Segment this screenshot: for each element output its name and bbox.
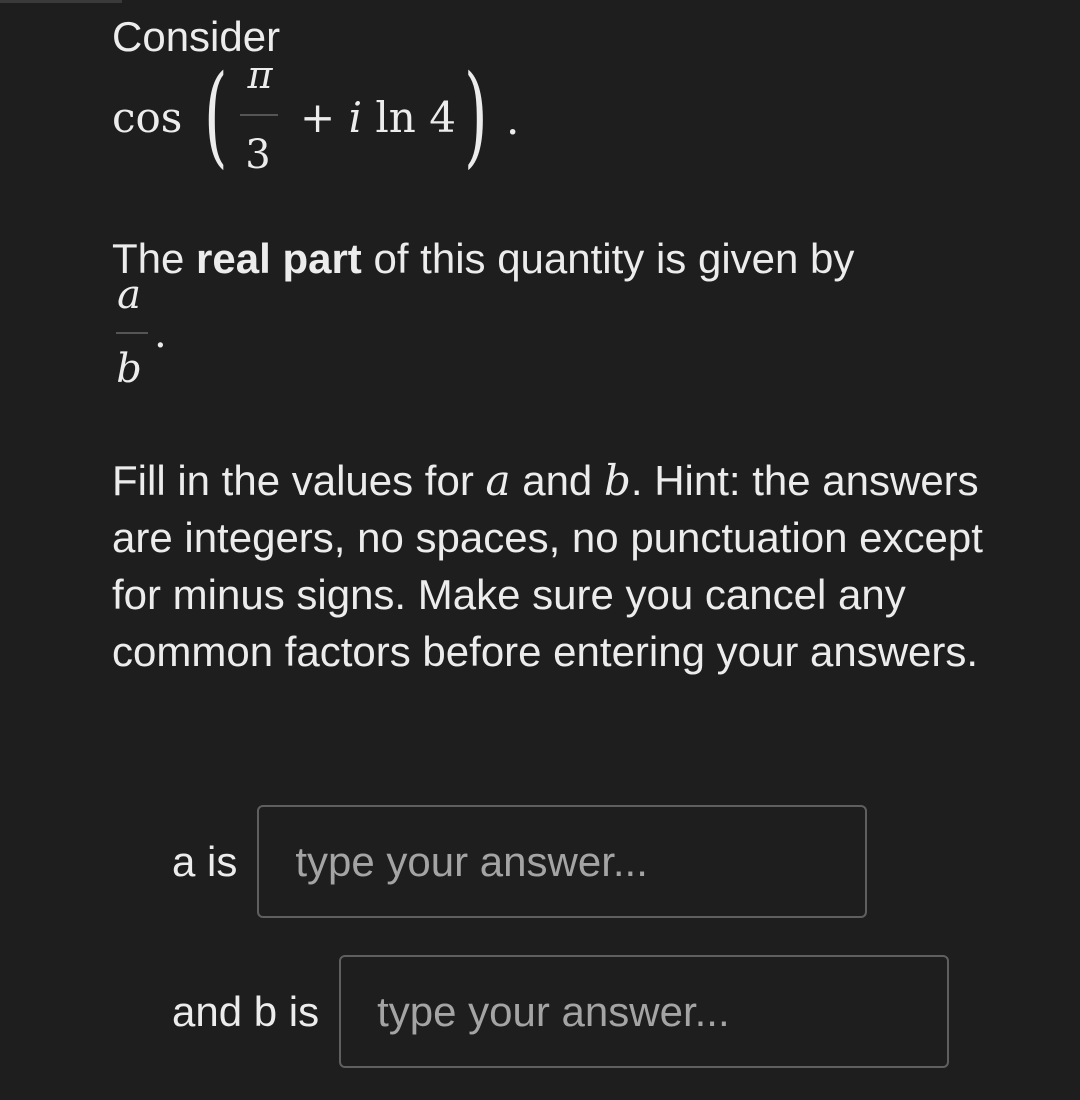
answer-row-b: and b is xyxy=(172,955,950,1068)
answer-a-label: a is xyxy=(172,837,238,885)
a-over-b-fraction: a b . xyxy=(112,270,172,400)
instructions-var-a: a xyxy=(485,456,511,505)
expression-left-paren: ( xyxy=(204,51,228,179)
expression-numerator: π xyxy=(247,53,273,97)
expression-right-paren: ) xyxy=(464,51,488,179)
answer-row-a: a is xyxy=(172,805,868,918)
answer-a-input[interactable] xyxy=(257,805,868,918)
fraction-bar xyxy=(116,332,148,334)
instructions-part2: and xyxy=(510,457,604,504)
real-part-sentence: The real part of this quantity is given … xyxy=(112,233,854,285)
instructions-part1: Fill in the values for xyxy=(112,457,486,504)
answer-b-label: and b is xyxy=(172,987,320,1035)
expression-imaginary-unit: i xyxy=(348,93,362,142)
top-edge-divider xyxy=(0,0,122,3)
expression-rest: + i ln 4 xyxy=(300,93,456,143)
fraction-numerator: a xyxy=(117,272,141,318)
instructions-text: Fill in the values for a and b. Hint: th… xyxy=(112,452,1042,680)
expression-denominator: 3 xyxy=(245,132,271,178)
expression-function: cos xyxy=(112,93,183,142)
expression-fraction-bar xyxy=(240,114,278,116)
answer-b-input[interactable] xyxy=(339,955,950,1068)
cosine-expression: cos ( π 3 + i ln 4 ) . xyxy=(112,55,632,185)
fraction-terminator: . xyxy=(154,311,167,357)
sentence-bold: real part xyxy=(196,235,362,282)
instructions-var-b: b xyxy=(603,456,631,505)
expression-log-argument: 4 xyxy=(429,93,456,142)
sentence-post: of this quantity is given by xyxy=(361,235,855,282)
expression-log: ln xyxy=(375,93,416,142)
expression-terminator: . xyxy=(506,95,520,144)
fraction-denominator: b xyxy=(116,346,142,392)
expression-plus: + xyxy=(300,93,336,142)
